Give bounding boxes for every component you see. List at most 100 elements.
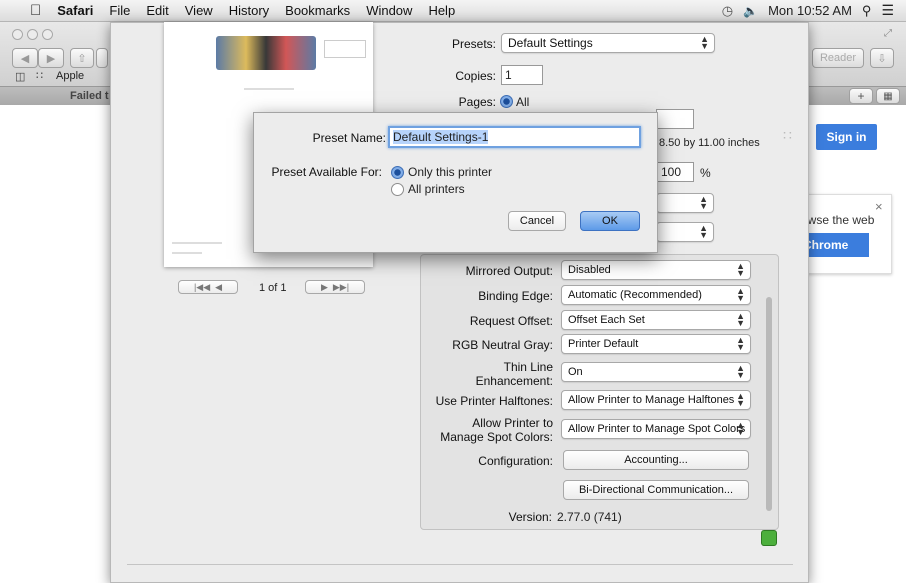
promo-text: owse the web: [801, 213, 875, 227]
paper-size: 8.50 by 11.00 inches: [659, 137, 760, 149]
new-tab-icon[interactable]: +: [849, 88, 873, 104]
preview-footer-url: [172, 252, 202, 254]
thin-line-label: Thin Line Enhancement:: [475, 360, 553, 388]
mirrored-output-value: Disabled: [568, 264, 611, 276]
rgb-neutral-gray-popup[interactable]: Printer Default ▲ ▼: [561, 334, 751, 354]
zoom-window-icon[interactable]: [42, 29, 53, 40]
scale-input[interactable]: 100: [656, 162, 694, 182]
bidi-communication-button[interactable]: Bi-Directional Communication...: [563, 480, 749, 500]
grid-icon: ∷: [783, 127, 792, 143]
printer-status-icon[interactable]: [761, 530, 777, 546]
toolbar-button[interactable]: [96, 48, 108, 68]
doodle-popup: [324, 40, 366, 58]
menu-safari[interactable]: Safari: [49, 3, 101, 18]
preset-available-label: Preset Available For:: [271, 165, 382, 179]
configuration-label: Configuration:: [478, 454, 553, 468]
menu-view[interactable]: View: [177, 3, 221, 18]
request-offset-label: Request Offset:: [469, 314, 553, 328]
ok-button[interactable]: OK: [580, 211, 640, 231]
mirrored-output-label: Mirrored Output:: [465, 264, 553, 278]
all-printers-radio[interactable]: [391, 183, 404, 196]
close-promo-icon[interactable]: ×: [875, 199, 883, 214]
pages-to-field[interactable]: [656, 109, 694, 129]
menu-history[interactable]: History: [221, 3, 277, 18]
accounting-button[interactable]: Accounting...: [563, 450, 749, 470]
minimize-window-icon[interactable]: [27, 29, 38, 40]
thin-line-value: On: [568, 366, 583, 378]
spot-colors-popup[interactable]: Allow Printer to Manage Spot Colors ▲ ▼: [561, 419, 751, 439]
list-icon[interactable]: ☰: [881, 2, 894, 19]
thin-line-popup[interactable]: On ▲ ▼: [561, 362, 751, 382]
menu-file[interactable]: File: [101, 3, 138, 18]
preview-page-count: 1 of 1: [259, 282, 287, 294]
scale-value: 100: [661, 165, 682, 179]
sign-in-button[interactable]: Sign in: [816, 124, 877, 150]
all-printers-label: All printers: [408, 182, 465, 196]
speaker-icon[interactable]: 🔈: [743, 4, 758, 18]
preview-prev-buttons[interactable]: |◀◀ ◀: [178, 280, 238, 294]
menu-edit[interactable]: Edit: [138, 3, 176, 18]
tab-failed[interactable]: Failed t: [70, 90, 109, 102]
pages-all-label: All: [516, 95, 530, 109]
version-value: 2.77.0 (741): [557, 510, 622, 524]
options-scrollbar[interactable]: [766, 297, 772, 511]
presets-popup[interactable]: Default Settings ▲ ▼: [501, 33, 715, 53]
spot-colors-value: Allow Printer to Manage Spot Colors: [568, 423, 746, 435]
reader-button[interactable]: Reader: [812, 48, 864, 68]
apple-menu-icon[interactable]: : [0, 2, 49, 19]
top-sites-icon[interactable]: ∷: [36, 69, 43, 82]
spotlight-icon[interactable]: ⚲: [862, 3, 872, 19]
menu-bar:  Safari File Edit View History Bookmark…: [0, 0, 906, 22]
only-this-printer-label: Only this printer: [408, 165, 493, 179]
halftones-popup[interactable]: Allow Printer to Manage Halftones ▲ ▼: [561, 390, 751, 410]
xerox-features-popup[interactable]: ▲ ▼: [656, 193, 714, 213]
google-doodle: [216, 36, 316, 70]
request-offset-value: Offset Each Set: [568, 314, 645, 326]
menu-bookmarks[interactable]: Bookmarks: [277, 3, 358, 18]
halftones-value: Allow Printer to Manage Halftones: [568, 394, 735, 406]
back-icon[interactable]: ◀: [12, 48, 38, 68]
version-label: Version:: [508, 510, 552, 524]
save-preset-dialog: Preset Name: Default Settings-1 Preset A…: [253, 112, 658, 253]
copies-label: Copies:: [455, 69, 496, 83]
mirrored-output-popup[interactable]: Disabled ▲ ▼: [561, 260, 751, 280]
preview-next-buttons[interactable]: ▶ ▶▶|: [305, 280, 365, 294]
binding-edge-popup[interactable]: Automatic (Recommended) ▲ ▼: [561, 285, 751, 305]
divider: [127, 564, 793, 565]
only-this-printer-radio[interactable]: [391, 166, 404, 179]
copies-input[interactable]: 1: [501, 65, 543, 85]
preview-line: [244, 88, 294, 90]
tab-overview-icon[interactable]: ▦: [876, 88, 900, 104]
pages-all-radio[interactable]: [500, 95, 513, 108]
chrome-promo: × owse the web Chrome: [798, 194, 892, 274]
pages-label: Pages:: [458, 95, 496, 109]
presets-value: Default Settings: [508, 36, 593, 50]
binding-edge-label: Binding Edge:: [478, 289, 553, 303]
get-chrome-button[interactable]: Chrome: [799, 233, 869, 257]
preview-footer-line: [172, 242, 222, 244]
binding-edge-value: Automatic (Recommended): [568, 289, 702, 301]
bookmark-apple[interactable]: Apple: [56, 70, 84, 82]
rgb-neutral-gray-label: RGB Neutral Gray:: [452, 338, 553, 352]
request-offset-popup[interactable]: Offset Each Set ▲ ▼: [561, 310, 751, 330]
menu-help[interactable]: Help: [420, 3, 463, 18]
presets-label: Presets:: [451, 37, 496, 51]
preset-name-input[interactable]: Default Settings-1: [388, 126, 641, 148]
forward-icon[interactable]: ▶: [38, 48, 64, 68]
section-popup[interactable]: ▲ ▼: [656, 222, 714, 242]
scale-unit: %: [700, 166, 711, 180]
fullscreen-icon[interactable]: ⤢: [884, 28, 892, 39]
menubar-clock[interactable]: Mon 10:52 AM: [768, 3, 852, 18]
reading-list-icon[interactable]: ◫: [15, 70, 25, 83]
close-window-icon[interactable]: [12, 29, 23, 40]
preset-name-value: Default Settings-1: [393, 130, 489, 144]
preset-name-label: Preset Name:: [312, 131, 386, 145]
cancel-button[interactable]: Cancel: [508, 211, 566, 231]
share-icon[interactable]: ⇧: [70, 48, 94, 68]
menu-window[interactable]: Window: [358, 3, 420, 18]
rgb-neutral-gray-value: Printer Default: [568, 338, 639, 350]
spot-colors-label: Allow Printer to Manage Spot Colors:: [440, 416, 553, 444]
halftones-label: Use Printer Halftones:: [435, 394, 553, 408]
downloads-icon[interactable]: ⇩: [870, 48, 894, 68]
clock-icon[interactable]: ◷: [722, 3, 733, 19]
